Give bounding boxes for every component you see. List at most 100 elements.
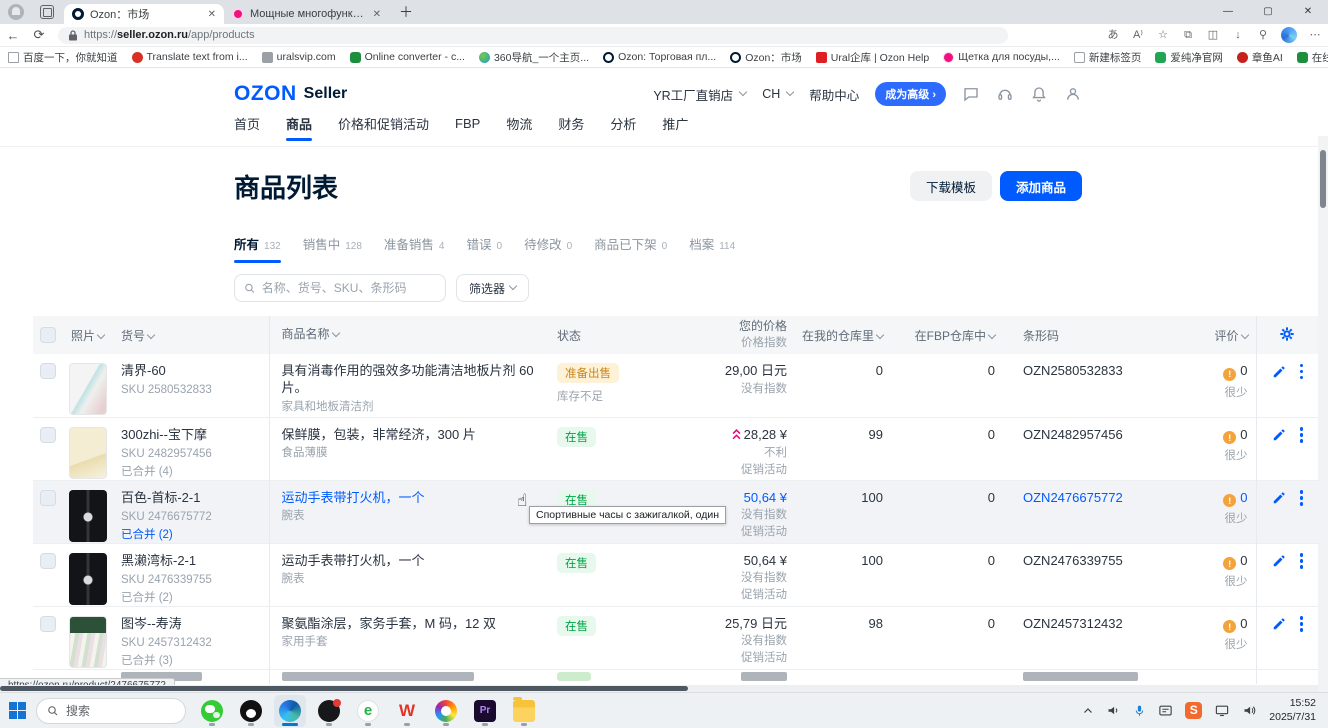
table-settings[interactable]: [1256, 316, 1318, 354]
taskbar-premiere-icon[interactable]: [469, 695, 501, 727]
tab-close-icon[interactable]: ✕: [373, 9, 381, 20]
download-template-button[interactable]: 下载模板: [910, 171, 992, 201]
language-selector[interactable]: CH: [762, 87, 793, 101]
edit-pencil-icon[interactable]: [1272, 365, 1286, 379]
row-checkbox[interactable]: [40, 427, 56, 443]
close-button[interactable]: ✕: [1288, 0, 1328, 24]
network-display-icon[interactable]: [1214, 703, 1230, 718]
row-checkbox[interactable]: [40, 553, 56, 569]
bookmark-item[interactable]: 在线转换器 - 免费...: [1297, 50, 1328, 65]
extensions-icon[interactable]: ⚲: [1256, 28, 1270, 42]
chat-icon[interactable]: [962, 85, 980, 103]
bookmark-item[interactable]: Ozon：市场: [730, 50, 802, 65]
split-screen-icon[interactable]: ◫: [1206, 28, 1220, 42]
filter-tab-all[interactable]: 所有132: [234, 234, 281, 263]
nav-home[interactable]: 首页: [234, 114, 260, 141]
filter-tab-selling[interactable]: 销售中128: [303, 234, 362, 263]
bookmark-item[interactable]: Translate text from i...: [132, 51, 248, 63]
bookmark-item[interactable]: uralsvip.com: [262, 51, 336, 63]
row-checkbox[interactable]: [40, 363, 56, 379]
row-menu-icon[interactable]: [1300, 616, 1304, 632]
taskbar-wechat-icon[interactable]: [196, 695, 228, 727]
product-thumbnail[interactable]: [69, 427, 107, 479]
maximize-button[interactable]: ▢: [1248, 0, 1288, 24]
add-product-button[interactable]: 添加商品: [1000, 171, 1082, 201]
row-menu-icon[interactable]: [1300, 364, 1304, 380]
translate-icon[interactable]: あ: [1106, 28, 1120, 42]
row-menu-icon[interactable]: [1300, 490, 1304, 506]
col-fbp[interactable]: 在FBP仓库中: [897, 316, 1009, 354]
select-all-checkbox[interactable]: [40, 327, 56, 343]
bookmark-item[interactable]: Ozon: Торговая пл...: [603, 51, 716, 63]
horizontal-scrollbar[interactable]: [0, 685, 1318, 692]
account-icon[interactable]: [1064, 85, 1082, 103]
browser-tab-active[interactable]: Ozon：市场 ✕: [64, 4, 224, 24]
scrollbar-thumb[interactable]: [0, 686, 688, 691]
help-center-link[interactable]: 帮助中心: [809, 85, 859, 104]
edit-pencil-icon[interactable]: [1272, 554, 1286, 568]
table-row[interactable]: 图岑--寿涛SKU 2457312432已合并 (3) 聚氨酯涂层，家务手套，M…: [33, 606, 1318, 669]
col-rating[interactable]: 评价: [1187, 316, 1256, 354]
nav-analytics[interactable]: 分析: [610, 114, 636, 141]
table-row[interactable]: 清界-60SKU 2580532833 具有消毒作用的强效多功能清洁地板片剂 6…: [33, 354, 1318, 417]
product-name[interactable]: 聚氨酯涂层，家务手套，M 码，12 双: [282, 616, 558, 633]
edit-pencil-icon[interactable]: [1272, 491, 1286, 505]
profile-avatar-icon[interactable]: [8, 4, 24, 20]
taskbar-browser-icon[interactable]: [352, 695, 384, 727]
row-checkbox[interactable]: [40, 490, 56, 506]
product-name[interactable]: 运动手表带打火机，一个: [282, 553, 558, 570]
edit-pencil-icon[interactable]: [1272, 428, 1286, 442]
table-row[interactable]: 黑濑湾标-2-1SKU 2476339755已合并 (2) 运动手表带打火机，一…: [33, 543, 1318, 606]
product-thumbnail[interactable]: [69, 616, 107, 668]
minimize-button[interactable]: —: [1208, 0, 1248, 24]
favorite-star-icon[interactable]: ☆: [1156, 28, 1170, 42]
browser-tab-2[interactable]: Мощные многофункциональнь ✕: [224, 4, 389, 24]
bell-icon[interactable]: [1030, 85, 1048, 103]
ozon-logo[interactable]: OZON: [234, 82, 297, 106]
back-icon[interactable]: ←: [0, 28, 26, 43]
collections-icon[interactable]: ⧉: [1181, 28, 1195, 42]
filter-button[interactable]: 筛选器: [456, 274, 529, 302]
store-selector[interactable]: YR工厂直销店: [653, 85, 746, 104]
downloads-icon[interactable]: ↓: [1231, 28, 1245, 42]
taskbar-explorer-icon[interactable]: [508, 695, 540, 727]
row-menu-icon[interactable]: [1300, 427, 1304, 443]
filter-tab-errors[interactable]: 错误0: [466, 234, 502, 263]
filter-tab-archive[interactable]: 档案114: [689, 234, 735, 263]
search-box[interactable]: [234, 274, 446, 302]
volume-icon[interactable]: [1106, 703, 1121, 718]
col-name[interactable]: 商品名称: [269, 316, 557, 354]
bookmark-item[interactable]: Щетка для посуды,...: [943, 51, 1060, 63]
merged-label[interactable]: 已合并 (2): [121, 528, 269, 542]
edit-pencil-icon[interactable]: [1272, 617, 1286, 631]
nav-promotion[interactable]: 推广: [662, 114, 688, 141]
rating-value[interactable]: 0: [1240, 490, 1247, 505]
nav-pricing-promos[interactable]: 价格和促销活动: [338, 114, 429, 141]
row-checkbox[interactable]: [40, 616, 56, 632]
product-thumbnail[interactable]: [69, 490, 107, 542]
product-name[interactable]: 保鲜膜，包装，非常经济，300 片: [282, 427, 558, 444]
bookmark-item[interactable]: 章鱼AI: [1237, 50, 1283, 65]
filter-tab-delisted[interactable]: 商品已下架0: [594, 234, 667, 263]
product-name-link[interactable]: 运动手表带打火机，一个: [282, 490, 558, 507]
settings-menu-icon[interactable]: ⋯: [1308, 28, 1322, 42]
product-thumbnail[interactable]: [69, 553, 107, 605]
nav-fbp[interactable]: FBP: [455, 116, 480, 139]
copilot-icon[interactable]: [1281, 27, 1297, 43]
tray-expand-icon[interactable]: [1082, 705, 1094, 717]
nav-products[interactable]: 商品: [286, 114, 312, 141]
bookmark-item[interactable]: 360导航_一个主页...: [479, 50, 589, 65]
headset-icon[interactable]: [996, 85, 1014, 103]
url-field[interactable]: https://seller.ozon.ru/app/products: [58, 27, 1008, 44]
taskbar-search[interactable]: 搜索: [36, 698, 186, 724]
search-input[interactable]: [262, 281, 436, 295]
microphone-icon[interactable]: [1133, 703, 1146, 718]
nav-finance[interactable]: 财务: [558, 114, 584, 141]
table-row[interactable]: 300zhi--宝下摩SKU 2482957456已合并 (4) 保鲜膜，包装，…: [33, 417, 1318, 480]
product-name[interactable]: 具有消毒作用的强效多功能清洁地板片剂 60 片。: [282, 363, 558, 397]
ime-icon[interactable]: [1158, 703, 1173, 718]
col-photo[interactable]: 照片: [63, 316, 121, 354]
taskbar-clock[interactable]: 15:52 2025/7/31: [1269, 697, 1316, 723]
product-thumbnail[interactable]: [69, 363, 107, 415]
scrollbar-thumb[interactable]: [1320, 150, 1326, 208]
